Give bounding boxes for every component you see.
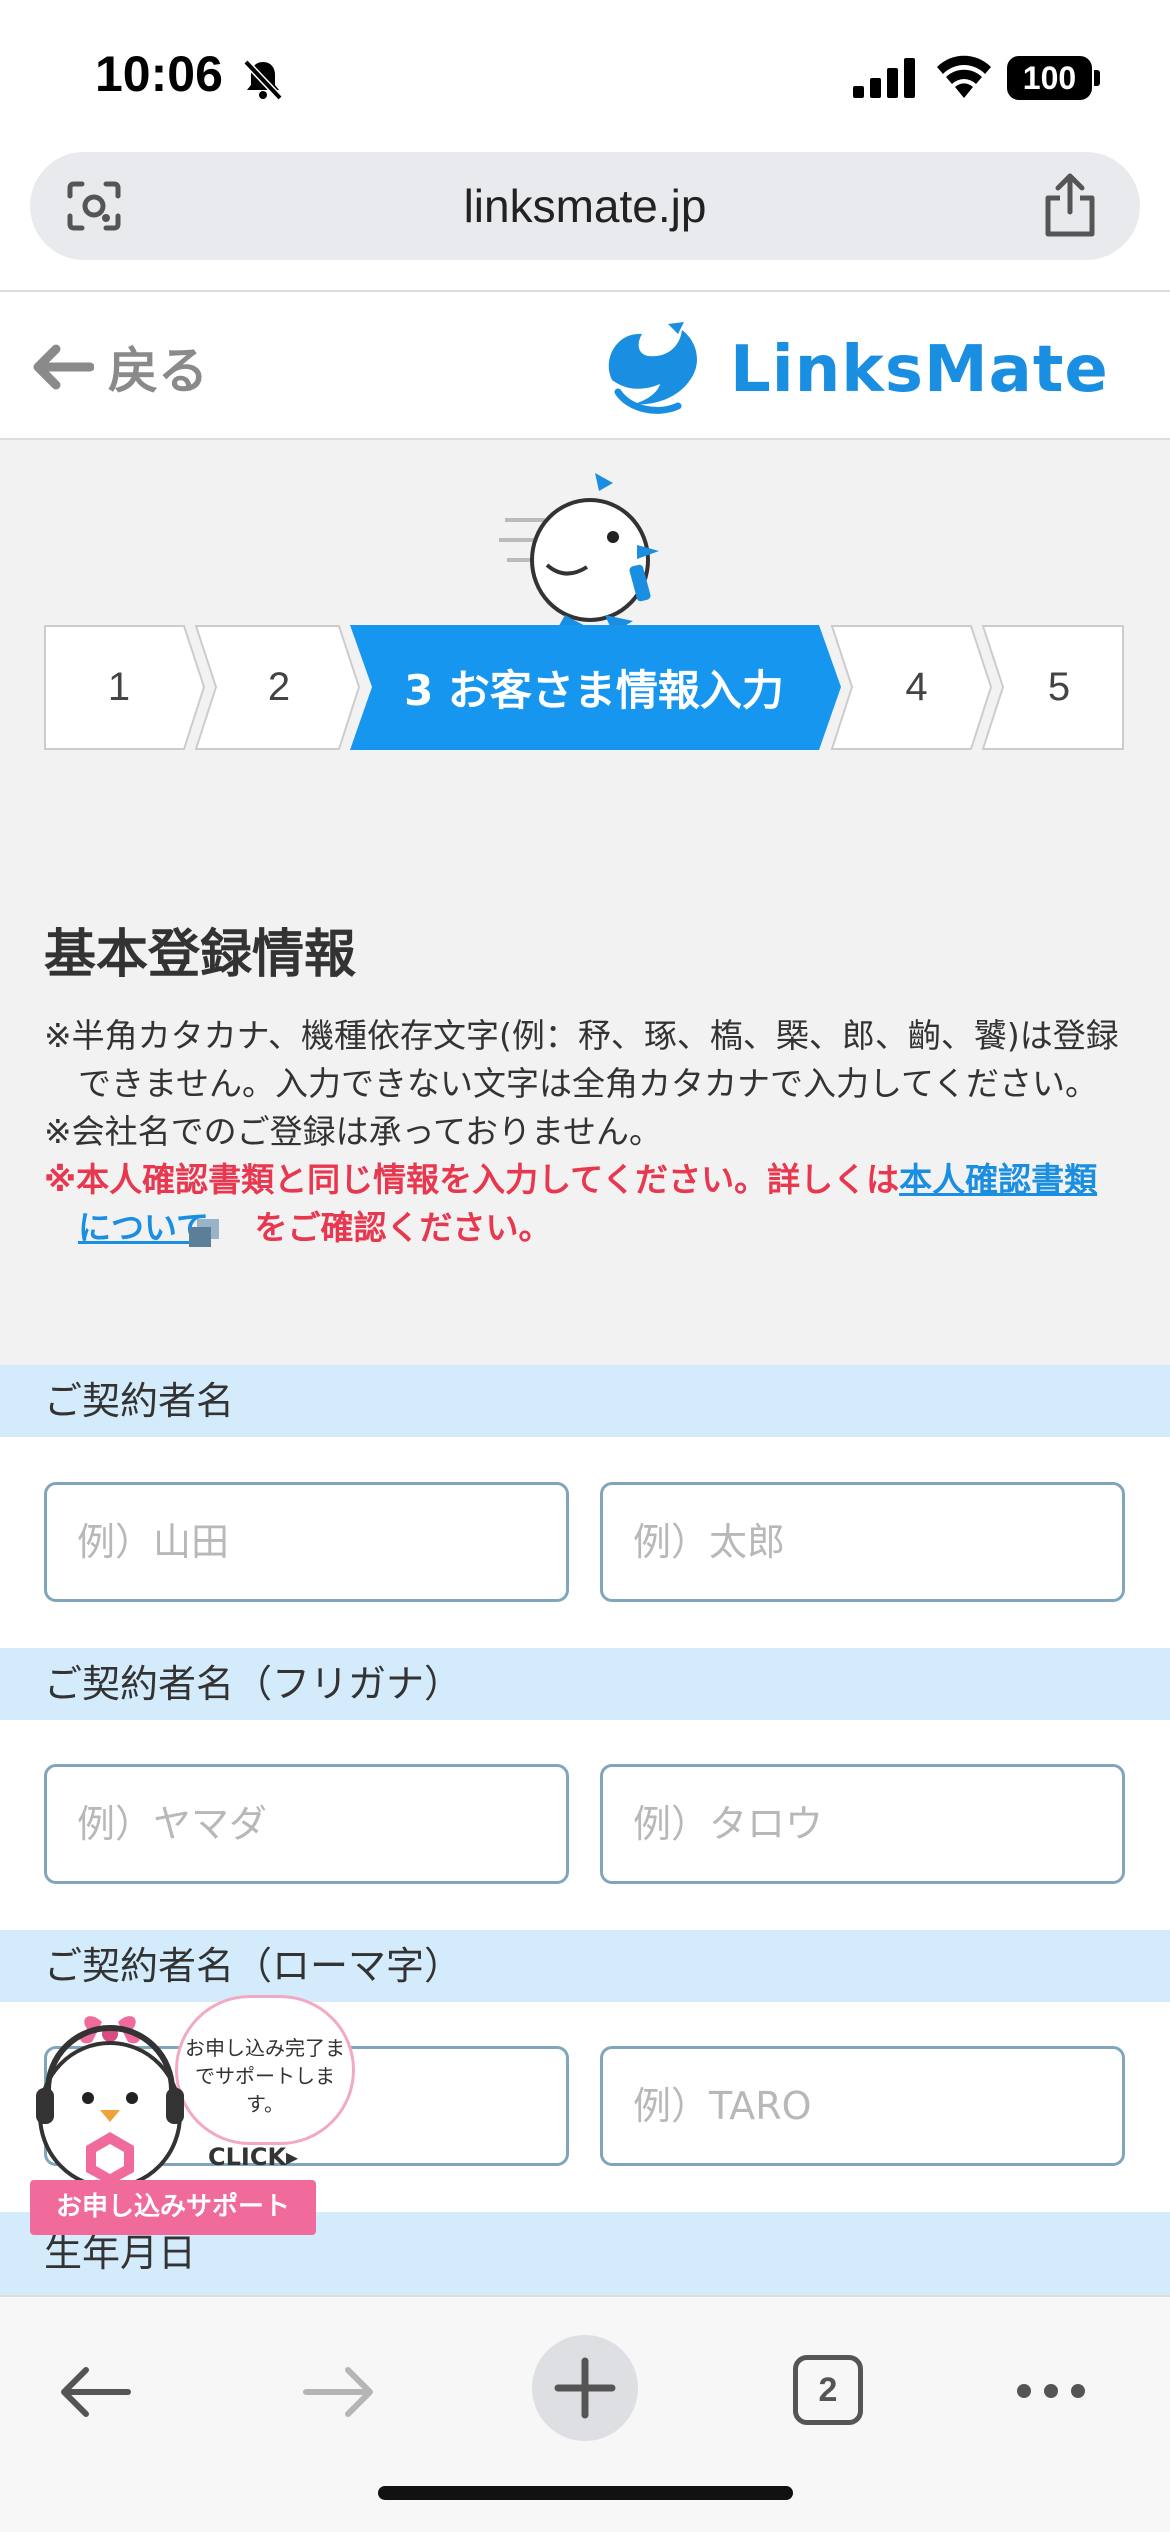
back-button[interactable]: 戻る <box>30 332 208 402</box>
first-name-roman-input[interactable]: 例）TARO <box>600 2046 1125 2166</box>
note-company-name: ※会社名でのご登録は承っておりません。 <box>44 1112 663 1151</box>
battery-indicator: 100 <box>1007 56 1092 100</box>
new-tab-button[interactable] <box>532 2335 638 2441</box>
first-name-kana-input[interactable]: 例）タロウ <box>600 1764 1125 1884</box>
cellular-signal-icon <box>853 58 915 98</box>
section-title: 基本登録情報 <box>44 925 357 985</box>
note-kana-restriction: ※半角カタカナ、機種依存文字(例：𥝱、琢、槗、㮣、郎、齣、饕)は登録できません。… <box>44 1016 1119 1103</box>
arrow-left-icon <box>33 344 94 390</box>
progress-steps: 1 2 3 お客さま情報入力 4 5 <box>44 625 1124 750</box>
browser-back-icon[interactable] <box>58 2362 132 2422</box>
support-click-label: CLICK▸ <box>208 2143 299 2171</box>
battery-tip <box>1094 70 1100 86</box>
share-icon[interactable] <box>1040 172 1100 238</box>
home-indicator[interactable] <box>378 2486 793 2500</box>
external-window-icon <box>188 1214 255 1247</box>
step-5: 5 <box>1047 665 1071 709</box>
notes: ※半角カタカナ、機種依存文字(例：𥝱、琢、槗、㮣、郎、齣、饕)は登録できません。… <box>44 1012 1124 1252</box>
note-id-prefix: ※本人確認書類と同じ情報を入力してください。詳しくは <box>44 1160 900 1199</box>
step-4: 4 <box>905 665 928 709</box>
step-1: 1 <box>107 665 131 709</box>
contract-roman-label: ご契約者名（ローマ字） <box>0 1930 1170 2002</box>
status-time: 10:06 <box>95 46 223 102</box>
browser-forward-icon[interactable] <box>302 2362 376 2422</box>
application-support-widget[interactable]: お申し込み完了までサポートします。 CLICK▸ お申し込みサポート <box>30 1995 355 2235</box>
linksmate-bird-logo-icon <box>608 322 697 414</box>
contract-kana-label: ご契約者名（フリガナ） <box>0 1648 1170 1720</box>
more-options-icon[interactable] <box>1014 2379 1088 2403</box>
step-3-active: 3 お客さま情報入力 <box>404 666 784 715</box>
step-2: 2 <box>267 665 291 709</box>
support-bird-mascot-icon <box>36 2016 184 2185</box>
support-speech-bubble: お申し込み完了までサポートします。 <box>175 1995 355 2145</box>
last-name-kana-input[interactable]: 例）ヤマダ <box>44 1764 569 1884</box>
note-id-suffix: をご確認ください。 <box>254 1208 552 1247</box>
logo-text: LinksMate <box>730 333 1109 407</box>
tab-switcher-button[interactable]: 2 <box>793 2355 863 2425</box>
bell-muted-icon <box>243 59 283 101</box>
last-name-input[interactable]: 例）山田 <box>44 1482 569 1602</box>
note-id-document: ※本人確認書類と同じ情報を入力してください。詳しくは本人確認書類について をご確… <box>44 1156 1124 1252</box>
url-text[interactable]: linksmate.jp <box>30 152 1140 260</box>
support-bar-label[interactable]: お申し込みサポート <box>30 2180 316 2235</box>
address-bar[interactable]: linksmate.jp <box>30 152 1140 260</box>
first-name-input[interactable]: 例）太郎 <box>600 1482 1125 1602</box>
contract-name-label: ご契約者名 <box>0 1365 1170 1437</box>
wifi-icon <box>937 55 991 98</box>
running-bird-mascot-icon <box>499 473 659 633</box>
plus-icon <box>554 2357 616 2419</box>
back-label: 戻る <box>108 342 208 400</box>
linksmate-logo[interactable]: LinksMate <box>598 320 1109 420</box>
site-header: 戻る LinksMate <box>0 290 1170 440</box>
status-bar: 10:06 100 <box>0 0 1170 150</box>
